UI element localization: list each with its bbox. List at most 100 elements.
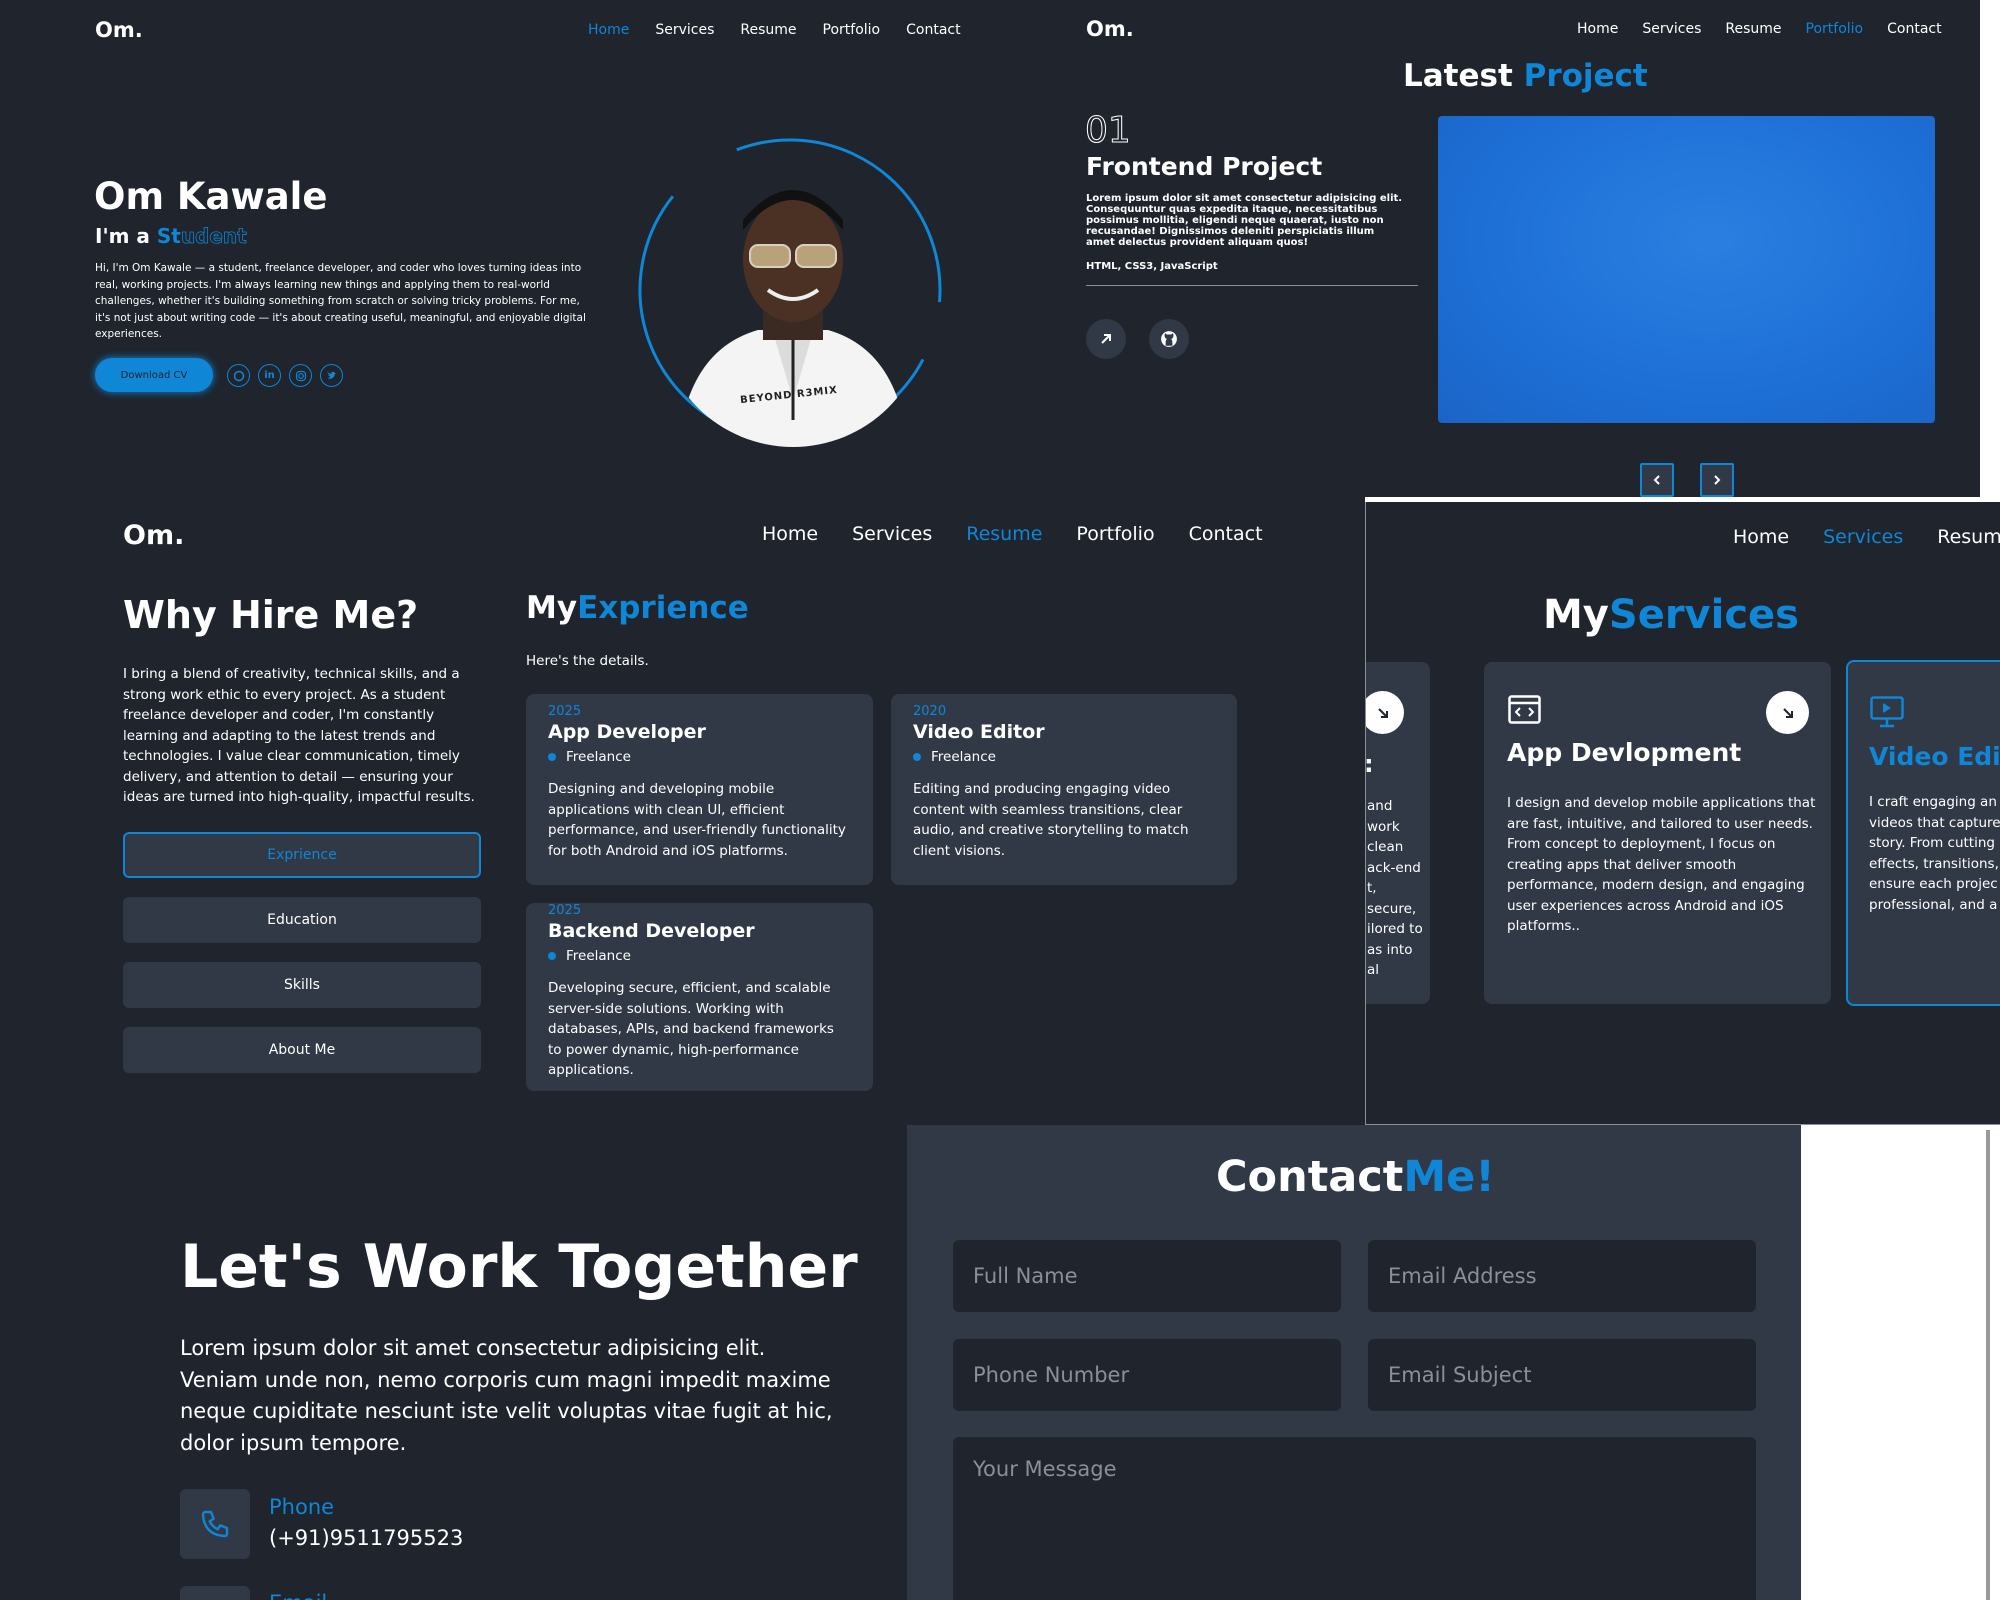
nav-resume[interactable]: Resume — [740, 22, 796, 38]
nav-home[interactable]: Home — [1733, 526, 1789, 548]
experience-title: MyExprience — [526, 590, 749, 626]
services-nav: Home Services Resume — [1733, 526, 2000, 548]
contact-form-panel: ContactMe! — [907, 1125, 1801, 1600]
tab-experience[interactable]: Exprience — [123, 832, 481, 878]
experience-title: App Developer — [548, 721, 706, 743]
service-title-partial: : — [1366, 750, 1374, 778]
tab-about-me[interactable]: About Me — [123, 1027, 481, 1073]
title-part-b: Exprience — [577, 590, 749, 626]
project-title: Frontend Project — [1086, 152, 1323, 181]
experience-desc: Editing and producing engaging video con… — [913, 781, 1189, 859]
service-card-video-editing[interactable]: Video Editi I craft engaging an videos t… — [1846, 660, 2000, 1006]
role-prefix: I'm a — [95, 224, 150, 248]
service-title: App Devlopment — [1507, 738, 1742, 767]
service-desc-partial: and work clean ack-end t, secure, ilored… — [1367, 798, 1423, 978]
services-title: MyServices — [1543, 592, 1799, 638]
title-part-a: My — [1543, 592, 1609, 638]
experience-title: Backend Developer — [548, 920, 755, 942]
github-icon[interactable] — [227, 364, 250, 387]
nav-home[interactable]: Home — [1577, 21, 1618, 37]
home-panel: Om. Home Services Resume Portfolio Conta… — [0, 0, 1055, 497]
experience-subtitle: Here's the details. — [526, 653, 649, 669]
contact-form-title: ContactMe! — [1216, 1152, 1495, 1202]
service-title: Video Editi — [1869, 742, 2000, 771]
nav-services[interactable]: Services — [1642, 21, 1701, 37]
section-title: Latest Project — [1403, 58, 1648, 94]
nav-contact[interactable]: Contact — [1189, 523, 1263, 545]
experience-type: Freelance — [548, 948, 851, 964]
nav-resume[interactable]: Resume — [1725, 21, 1781, 37]
service-card[interactable]: : and work clean ack-end t, secure, ilor… — [1366, 662, 1430, 1004]
nav-home[interactable]: Home — [588, 22, 629, 38]
message-textarea[interactable] — [953, 1437, 1756, 1600]
page-scrollbar[interactable] — [1986, 1130, 1990, 1600]
phone-number[interactable]: (+91)9511795523 — [269, 1526, 463, 1550]
logo[interactable]: Om. — [123, 520, 184, 551]
github-icon[interactable] — [1149, 319, 1189, 359]
home-nav: Home Services Resume Portfolio Contact — [588, 22, 961, 38]
nav-services[interactable]: Services — [852, 523, 932, 545]
experience-title: Video Editor — [913, 721, 1045, 743]
linkedin-icon[interactable]: in — [258, 364, 281, 387]
email-subject-input[interactable] — [1368, 1339, 1756, 1411]
contact-text: Lorem ipsum dolor sit amet consectetur a… — [180, 1336, 833, 1455]
experience-card[interactable]: 2025 Backend Developer Freelance Develop… — [526, 903, 873, 1091]
resume-panel: Om. Home Services Resume Portfolio Conta… — [0, 497, 1365, 1125]
chevron-right-icon[interactable] — [1700, 463, 1734, 497]
email-label: Email — [269, 1591, 327, 1600]
nav-portfolio[interactable]: Portfolio — [1076, 523, 1154, 545]
project-preview[interactable] — [1438, 116, 1935, 423]
role-typed: St — [156, 224, 181, 248]
service-desc: I craft engaging an videos that capture … — [1869, 794, 2000, 913]
instagram-icon[interactable] — [289, 364, 312, 387]
phone-label: Phone — [269, 1495, 335, 1519]
experience-card[interactable]: 2020 Video Editor Freelance Editing and … — [891, 694, 1237, 885]
portfolio-panel: Om. Home Services Resume Portfolio Conta… — [1055, 0, 1980, 497]
resume-nav: Home Services Resume Portfolio Contact — [762, 523, 1263, 545]
title-part-b: Project — [1523, 58, 1648, 94]
project-divider — [1086, 285, 1418, 286]
experience-year: 2025 — [548, 704, 582, 719]
service-desc: I design and develop mobile applications… — [1507, 795, 1816, 934]
logo[interactable]: Om. — [1086, 17, 1134, 41]
chevron-left-icon[interactable] — [1640, 463, 1674, 497]
service-card-app-development[interactable]: App Devlopment I design and develop mobi… — [1484, 662, 1831, 1004]
tab-education[interactable]: Education — [123, 897, 481, 943]
arrow-up-right-icon[interactable] — [1086, 319, 1126, 359]
download-cv-button[interactable]: Download CV — [95, 358, 213, 392]
twitter-icon[interactable] — [320, 364, 343, 387]
nav-home[interactable]: Home — [762, 523, 818, 545]
title-part-a: Contact — [1216, 1152, 1404, 1202]
experience-type: Freelance — [548, 749, 851, 765]
logo[interactable]: Om. — [95, 18, 143, 42]
hero-role: I'm a Student — [95, 224, 247, 249]
phone-number-input[interactable] — [953, 1339, 1341, 1411]
nav-services[interactable]: Services — [655, 22, 714, 38]
project-tech: HTML, CSS3, JavaScript — [1086, 261, 1218, 272]
nav-contact[interactable]: Contact — [1887, 21, 1941, 37]
experience-card[interactable]: 2025 App Developer Freelance Designing a… — [526, 694, 873, 885]
title-part-a: Latest — [1403, 58, 1513, 94]
experience-year: 2025 — [548, 903, 582, 918]
portfolio-scrollbar[interactable] — [1980, 0, 2000, 497]
nav-resume[interactable]: Resume — [966, 523, 1042, 545]
arrow-down-right-icon[interactable] — [1766, 691, 1809, 734]
why-hire-title: Why Hire Me? — [123, 593, 419, 637]
full-name-input[interactable] — [953, 1240, 1341, 1312]
hero-name: Om Kawale — [94, 175, 328, 218]
portfolio-nav: Home Services Resume Portfolio Contact — [1577, 21, 1942, 37]
nav-portfolio[interactable]: Portfolio — [1806, 21, 1864, 37]
email-address-input[interactable] — [1368, 1240, 1756, 1312]
role-ghost: udent — [180, 224, 247, 249]
monitor-icon — [1870, 696, 1904, 732]
nav-services[interactable]: Services — [1823, 526, 1903, 548]
experience-desc: Designing and developing mobile applicat… — [548, 781, 846, 859]
tab-skills[interactable]: Skills — [123, 962, 481, 1008]
why-hire-text: I bring a blend of creativity, technical… — [123, 666, 475, 805]
nav-portfolio[interactable]: Portfolio — [823, 22, 881, 38]
arrow-down-right-icon[interactable] — [1366, 691, 1404, 734]
experience-year: 2020 — [913, 704, 947, 719]
nav-resume[interactable]: Resume — [1937, 526, 2000, 548]
nav-contact[interactable]: Contact — [906, 22, 960, 38]
project-number: 01 — [1085, 110, 1132, 152]
